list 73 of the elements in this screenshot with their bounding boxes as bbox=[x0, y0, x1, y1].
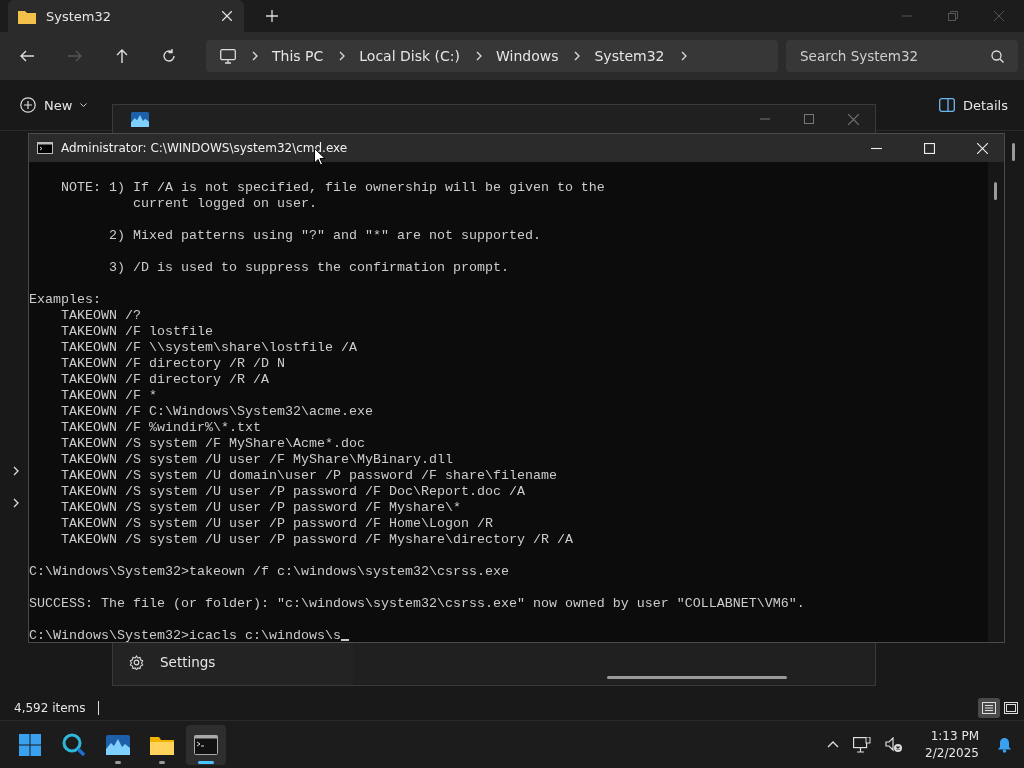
chevron-icon[interactable] bbox=[339, 51, 346, 61]
console-icon bbox=[37, 142, 53, 154]
terminal-icon bbox=[194, 734, 218, 755]
explorer-tab[interactable]: System32 bbox=[8, 0, 244, 32]
console-line: TAKEOWN /F * bbox=[60, 388, 157, 404]
search-field[interactable]: Search System32 bbox=[786, 40, 1018, 72]
new-button[interactable]: New bbox=[16, 93, 92, 117]
console-line: TAKEOWN /S system /U user /P password /F Home\Logon /R bbox=[60, 516, 493, 532]
chevron-icon[interactable] bbox=[252, 51, 258, 61]
up-icon[interactable] bbox=[116, 49, 128, 63]
console-line: TAKEOWN /S system /U user /F MyShare\MyBinary.dll bbox=[60, 452, 453, 468]
console-line: TAKEOWN /S system /U user /P password /F Myshare\* bbox=[60, 500, 461, 516]
tab-title: System32 bbox=[46, 8, 113, 24]
details-view-button[interactable] bbox=[978, 698, 1000, 718]
console-line: TAKEOWN /? bbox=[60, 308, 141, 324]
console-line: 3) /D is used to suppress the confirmation prompt. bbox=[107, 260, 509, 276]
clock-date[interactable]: 2/2/2025 bbox=[925, 744, 979, 762]
scrollbar-thumb[interactable] bbox=[1012, 143, 1015, 161]
settings-nav-item[interactable]: Settings bbox=[113, 641, 353, 683]
breadcrumb-item[interactable]: Local Disk (C:) bbox=[359, 48, 460, 64]
console-line: TAKEOWN /F C:\Windows\System32\acme.exe bbox=[60, 404, 373, 420]
chart-icon bbox=[106, 734, 130, 755]
item-count: 4,592 items bbox=[14, 701, 86, 715]
search-icon bbox=[991, 50, 1004, 63]
console-line: TAKEOWN /F \\system\share\lostfile /A bbox=[60, 340, 357, 356]
new-tab-icon[interactable] bbox=[266, 10, 278, 22]
caret-icon bbox=[80, 102, 88, 108]
chevron-up-icon[interactable] bbox=[827, 741, 840, 748]
text-cursor bbox=[340, 639, 349, 641]
console-line: SUCCESS: The file (or folder): "c:\windows\system32\csrss.exe" now owned by user "COLLABNET\VM6". bbox=[29, 596, 805, 612]
windows-logo-icon bbox=[19, 733, 41, 756]
chevron-icon[interactable] bbox=[680, 51, 687, 61]
console-line: TAKEOWN /S system /U user /P password /F Doc\Report.doc /A bbox=[60, 484, 525, 500]
console-line: 2) Mixed patterns using "?" and "*" are not supported. bbox=[107, 228, 541, 244]
monitor-icon bbox=[220, 48, 236, 64]
address-bar[interactable]: This PC Local Disk (C:) Windows System32 bbox=[206, 40, 778, 72]
scrollbar-thumb[interactable] bbox=[607, 676, 787, 679]
panel-icon bbox=[938, 98, 955, 112]
console-line: Examples: bbox=[29, 292, 101, 308]
clock-time[interactable]: 1:13 PM bbox=[930, 727, 979, 745]
task-manager-icon bbox=[131, 111, 149, 127]
settings-icon bbox=[129, 654, 144, 670]
console-line: TAKEOWN /F directory /R /D N bbox=[60, 356, 285, 372]
search-icon bbox=[62, 732, 86, 757]
expand-chevron-icon[interactable] bbox=[13, 466, 19, 476]
console-input[interactable]: C:\Windows\System32>icacls c:\windows\s bbox=[29, 628, 341, 644]
breadcrumb-item[interactable]: This PC bbox=[272, 48, 324, 64]
console-line: TAKEOWN /S system /U user /P password /F Myshare\directory /R /A bbox=[60, 532, 573, 548]
muted-speaker-icon[interactable] bbox=[885, 736, 904, 753]
refresh-icon[interactable] bbox=[162, 49, 176, 63]
console-line: TAKEOWN /F lostfile bbox=[60, 324, 213, 340]
plus-circle-icon bbox=[20, 97, 36, 113]
console-line: C:\Windows\System32>takeown /f c:\windows\system32\csrss.exe bbox=[29, 564, 509, 580]
console-line: TAKEOWN /S system /U domain\user /P password /F share\filename bbox=[60, 468, 557, 484]
console-line: TAKEOWN /F directory /R /A bbox=[60, 372, 269, 388]
chevron-icon[interactable] bbox=[574, 51, 581, 61]
breadcrumb-item[interactable]: System32 bbox=[594, 48, 665, 64]
bell-icon[interactable] bbox=[997, 736, 1012, 753]
scrollbar-thumb[interactable] bbox=[994, 182, 997, 200]
breadcrumb-item[interactable]: Windows bbox=[495, 48, 559, 64]
folder-icon bbox=[150, 734, 174, 755]
back-icon[interactable] bbox=[20, 50, 34, 62]
console-line: NOTE: 1) If /A is not specified, file ownership will be given to the bbox=[60, 180, 605, 196]
console-line: TAKEOWN /S system /F MyShare\Acme*.doc bbox=[60, 436, 365, 452]
details-button[interactable]: Details bbox=[934, 93, 1012, 117]
console-line: TAKEOWN /F %windir%\*.txt bbox=[60, 420, 261, 436]
terminal-taskbar-button[interactable] bbox=[186, 724, 226, 765]
folder-icon bbox=[18, 8, 36, 24]
window-title: Administrator: C:\WINDOWS\system32\cmd.exe bbox=[61, 141, 348, 155]
expand-chevron-icon[interactable] bbox=[13, 498, 19, 508]
network-icon[interactable] bbox=[853, 736, 872, 753]
console-line: current logged on user. bbox=[131, 196, 317, 212]
chevron-icon[interactable] bbox=[475, 51, 482, 61]
